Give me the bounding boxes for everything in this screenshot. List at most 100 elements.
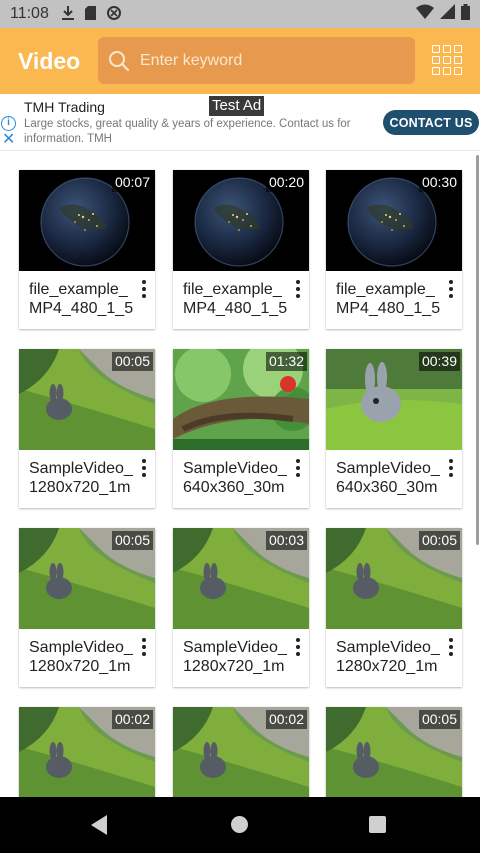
dot: [142, 638, 146, 642]
video-duration: 00:03: [265, 531, 307, 550]
video-title: SampleVideo_ 1280x720_1m: [183, 639, 287, 675]
video-card[interactable]: 00:30 file_example_ MP4_480_1_5: [326, 170, 462, 329]
more-options-icon[interactable]: [140, 637, 148, 657]
back-icon[interactable]: [91, 815, 107, 835]
dot: [449, 459, 453, 463]
video-card[interactable]: 00:07 file_example_ MP4_480_1_5: [19, 170, 155, 329]
dot: [142, 652, 146, 656]
dot: [296, 280, 300, 284]
scrollbar[interactable]: [476, 155, 479, 545]
dot: [296, 466, 300, 470]
dot: [449, 638, 453, 642]
ad-description: Large stocks, great quality & years of e…: [24, 118, 351, 145]
grid-cell: [432, 45, 440, 53]
video-duration: 00:30: [418, 173, 460, 192]
ad-info-icon[interactable]: i: [1, 116, 16, 131]
more-options-icon[interactable]: [447, 637, 455, 657]
data-saver-icon: [106, 5, 122, 24]
ad-contact-button[interactable]: CONTACT US: [383, 110, 479, 135]
more-options-icon[interactable]: [140, 458, 148, 478]
grid-cell: [443, 56, 451, 64]
video-card[interactable]: 00:39 SampleVideo_ 640x360_30m: [326, 349, 462, 508]
video-duration: 00:07: [111, 173, 153, 192]
dot: [142, 645, 146, 649]
screen: 11:08 Video Enter keyword TMH Trading Te…: [0, 0, 480, 853]
video-duration: 00:05: [111, 352, 153, 371]
more-options-icon[interactable]: [140, 279, 148, 299]
video-duration: 00:20: [265, 173, 307, 192]
video-card[interactable]: 00:20 file_example_ MP4_480_1_5: [173, 170, 309, 329]
more-options-icon[interactable]: [447, 279, 455, 299]
more-options-icon[interactable]: [447, 458, 455, 478]
video-card[interactable]: 01:32 SampleVideo_ 640x360_30m: [173, 349, 309, 508]
dot: [296, 638, 300, 642]
grid-cell: [432, 56, 440, 64]
dot: [296, 645, 300, 649]
dot: [142, 459, 146, 463]
status-right: [416, 3, 470, 25]
video-title: SampleVideo_ 1280x720_1m: [29, 460, 133, 496]
search-icon: [109, 50, 130, 71]
grid-cell: [432, 67, 440, 75]
dot: [296, 459, 300, 463]
status-time: 11:08: [10, 5, 49, 22]
grid-cell: [454, 45, 462, 53]
video-duration: 00:02: [265, 710, 307, 729]
dot: [449, 466, 453, 470]
video-title: SampleVideo_ 640x360_30m: [183, 460, 287, 496]
ad-close-icon[interactable]: ✕: [2, 132, 15, 148]
search-input[interactable]: [140, 51, 390, 70]
dot: [449, 280, 453, 284]
dot: [449, 652, 453, 656]
dot: [296, 652, 300, 656]
app-bar: Video: [0, 28, 480, 94]
video-card[interactable]: 00:05 SampleVideo_ 1280x720_1m: [19, 349, 155, 508]
video-duration: 00:02: [111, 710, 153, 729]
video-duration: 00:05: [111, 531, 153, 550]
video-card[interactable]: 00:02: [19, 707, 155, 797]
ad-advertiser: TMH Trading: [24, 99, 105, 115]
video-duration: 00:05: [418, 710, 460, 729]
dot: [296, 287, 300, 291]
grid-view-icon[interactable]: [432, 45, 462, 75]
home-icon[interactable]: [231, 816, 248, 833]
ad-banner[interactable]: TMH Trading Test Ad i ✕ Large stocks, gr…: [0, 94, 480, 151]
recents-icon[interactable]: [369, 816, 386, 833]
grid-cell: [454, 56, 462, 64]
video-card[interactable]: 00:05: [326, 707, 462, 797]
more-options-icon[interactable]: [294, 637, 302, 657]
dot: [296, 294, 300, 298]
app-title: Video: [18, 47, 81, 74]
more-options-icon[interactable]: [294, 279, 302, 299]
video-title: SampleVideo_ 1280x720_1m: [336, 639, 440, 675]
video-duration: 00:05: [418, 531, 460, 550]
video-title: file_example_ MP4_480_1_5: [29, 281, 134, 317]
video-title: SampleVideo_ 1280x720_1m: [29, 639, 133, 675]
video-grid[interactable]: 00:07 file_example_ MP4_480_1_5 00:20 file_…: [0, 151, 480, 797]
video-duration: 00:39: [418, 352, 460, 371]
ad-label: Test Ad: [209, 96, 265, 116]
search-box[interactable]: [98, 37, 415, 84]
video-card[interactable]: 00:02: [173, 707, 309, 797]
dot: [449, 294, 453, 298]
dot: [142, 466, 146, 470]
signal-icon: [440, 4, 455, 24]
video-card[interactable]: 00:03 SampleVideo_ 1280x720_1m: [173, 528, 309, 687]
video-duration: 01:32: [265, 352, 307, 371]
wifi-icon: [416, 4, 434, 24]
dot: [449, 287, 453, 291]
dot: [142, 473, 146, 477]
video-card[interactable]: 00:05 SampleVideo_ 1280x720_1m: [19, 528, 155, 687]
dot: [449, 473, 453, 477]
video-title: SampleVideo_ 640x360_30m: [336, 460, 440, 496]
navigation-bar: [0, 797, 480, 853]
more-options-icon[interactable]: [294, 458, 302, 478]
dot: [296, 473, 300, 477]
grid-cell: [454, 67, 462, 75]
video-title: file_example_ MP4_480_1_5: [336, 281, 441, 317]
dot: [142, 294, 146, 298]
sd-card-icon: [84, 5, 97, 24]
download-icon: [61, 5, 75, 24]
video-card[interactable]: 00:05 SampleVideo_ 1280x720_1m: [326, 528, 462, 687]
grid-cell: [443, 67, 451, 75]
